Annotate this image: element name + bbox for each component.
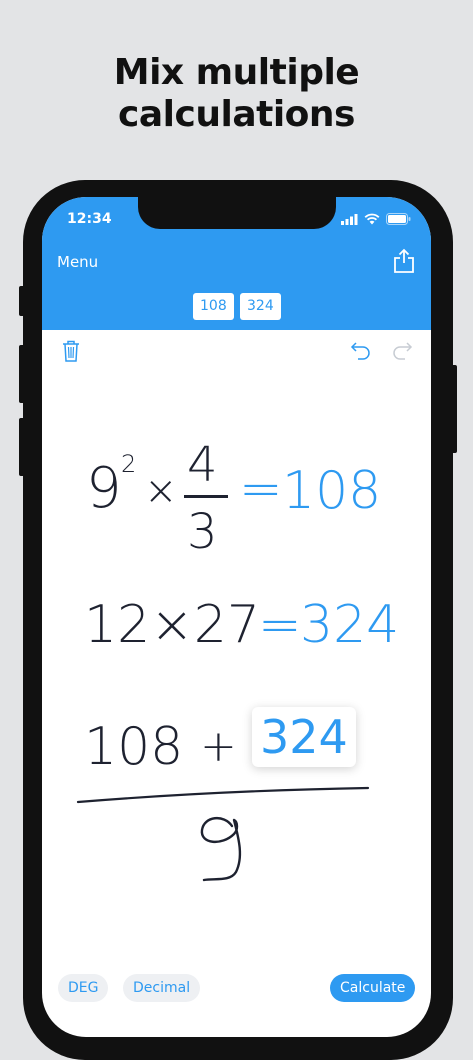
expression-2-equals: = — [258, 595, 302, 655]
expression-3-lhs: 108 — [84, 717, 184, 777]
expression-2-lhs: 12×27 — [84, 595, 260, 655]
undo-icon[interactable] — [350, 340, 372, 360]
signal-icon — [341, 213, 358, 225]
wifi-icon — [364, 213, 380, 225]
headline: Mix multiple calculations — [0, 52, 473, 136]
expression-1-exponent: 2 — [121, 450, 137, 478]
expression-2-result[interactable]: 324 — [300, 595, 399, 655]
battery-icon — [386, 213, 411, 225]
result-chip[interactable]: 324 — [240, 293, 281, 320]
deg-toggle[interactable]: DEG — [58, 974, 109, 1002]
trash-icon[interactable] — [62, 340, 80, 362]
status-icons — [341, 213, 411, 225]
status-time: 12:34 — [67, 211, 112, 227]
share-icon[interactable] — [393, 248, 415, 274]
decimal-toggle[interactable]: Decimal — [123, 974, 201, 1002]
handwritten-divisor-9 — [200, 817, 242, 882]
app-screen: 12:34 Menu 108 324 9 2 × 4 3 = 108 12×27… — [42, 197, 431, 1037]
inserted-result-card[interactable]: 324 — [252, 707, 356, 767]
result-chip[interactable]: 108 — [193, 293, 234, 320]
headline-line-1: Mix multiple — [113, 52, 360, 93]
fraction-bar — [184, 495, 228, 498]
expression-1-times: × — [144, 468, 178, 514]
notch — [138, 197, 336, 229]
expression-1-result[interactable]: 108 — [282, 463, 381, 519]
expression-1-numerator: 4 — [187, 437, 218, 493]
expression-1-base: 9 — [86, 456, 122, 521]
handwritten-division-line — [76, 786, 370, 804]
headline-line-2: calculations — [118, 94, 355, 135]
calculate-button[interactable]: Calculate — [330, 974, 416, 1002]
redo-icon[interactable] — [391, 340, 413, 360]
expression-1-equals: = — [239, 459, 283, 519]
menu-button[interactable]: Menu — [57, 253, 98, 271]
expression-1-denominator: 3 — [187, 504, 218, 560]
expression-3-plus: + — [200, 721, 237, 772]
